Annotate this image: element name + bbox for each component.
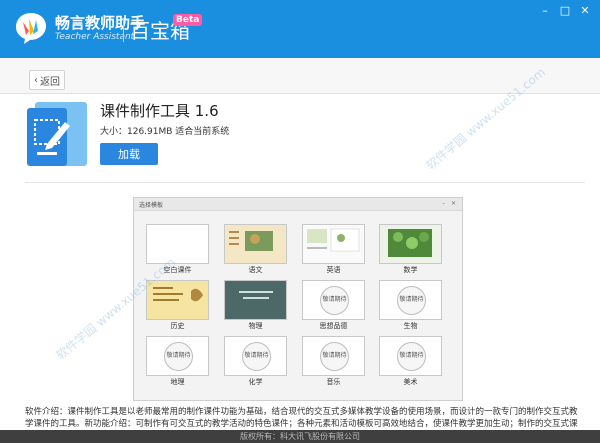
template-label: 英语 <box>326 266 341 274</box>
title-divider <box>123 18 124 42</box>
minimize-icon[interactable]: – <box>536 4 554 18</box>
template-card-chinese <box>224 224 287 264</box>
chinese-template-thumbnail-icon <box>225 225 286 263</box>
math-template-thumbnail-icon <box>380 225 441 263</box>
template-label: 音乐 <box>326 378 341 386</box>
template-label: 思想品德 <box>319 322 348 330</box>
template-label: 物理 <box>248 322 263 330</box>
app-logo-icon <box>16 13 46 44</box>
template-card-music: 敬请期待 <box>302 336 365 376</box>
template-label: 地理 <box>170 378 185 386</box>
template-card-biology: 敬请期待 <box>379 280 442 320</box>
beta-badge: Beta <box>173 14 203 26</box>
app-name: 课件制作工具 1.6 <box>100 102 219 120</box>
template-card-blank <box>146 224 209 264</box>
template-label: 语文 <box>248 266 263 274</box>
window-controls: – □ ✕ <box>536 4 594 18</box>
template-card-math <box>379 224 442 264</box>
coming-soon-badge: 敬请期待 <box>320 286 349 315</box>
divider <box>25 182 585 183</box>
coming-soon-badge: 敬请期待 <box>320 342 349 371</box>
title-bar: 畅言教师助手 Teacher Assistant 百宝箱 Beta – □ ✕ <box>0 0 600 58</box>
chevron-left-icon: ‹ <box>34 74 38 86</box>
template-card-geography: 敬请期待 <box>146 336 209 376</box>
coming-soon-badge: 敬请期待 <box>397 342 426 371</box>
template-card-art: 敬请期待 <box>379 336 442 376</box>
coming-soon-badge: 敬请期待 <box>164 342 193 371</box>
physics-template-thumbnail-icon <box>225 281 286 319</box>
preview-window-controls: – ✕ <box>442 200 458 207</box>
app-size-info: 大小：126.91MB 适合当前系统 <box>100 127 230 137</box>
preview-window-title: 选择模板 <box>139 202 164 209</box>
template-card-history <box>146 280 209 320</box>
template-card-chemistry: 敬请期待 <box>224 336 287 376</box>
preview-screenshot: 选择模板 – ✕ 空白课件 语文 英语 数学 历史 物理 敬请期待 思想品德 敬… <box>133 197 463 401</box>
template-label: 化学 <box>248 378 263 386</box>
template-label: 美术 <box>403 378 418 386</box>
load-button[interactable]: 加载 <box>100 143 158 165</box>
template-label: 数学 <box>403 266 418 274</box>
maximize-icon[interactable]: □ <box>556 4 574 18</box>
coming-soon-badge: 敬请期待 <box>242 342 271 371</box>
template-label: 历史 <box>170 322 185 330</box>
template-label: 生物 <box>403 322 418 330</box>
template-card-physics <box>224 280 287 320</box>
back-button[interactable]: ‹ 返回 <box>29 70 65 90</box>
english-template-thumbnail-icon <box>303 225 364 263</box>
coming-soon-badge: 敬请期待 <box>397 286 426 315</box>
preview-title-bar: 选择模板 – ✕ <box>134 198 462 211</box>
template-card-english <box>302 224 365 264</box>
courseware-tool-icon <box>27 102 87 166</box>
close-icon[interactable]: ✕ <box>576 4 594 18</box>
template-card-morality: 敬请期待 <box>302 280 365 320</box>
copyright-footer: 版权所有：科大讯飞股份有限公司 <box>0 430 600 443</box>
history-template-thumbnail-icon <box>147 281 208 319</box>
back-button-label: 返回 <box>40 76 60 88</box>
